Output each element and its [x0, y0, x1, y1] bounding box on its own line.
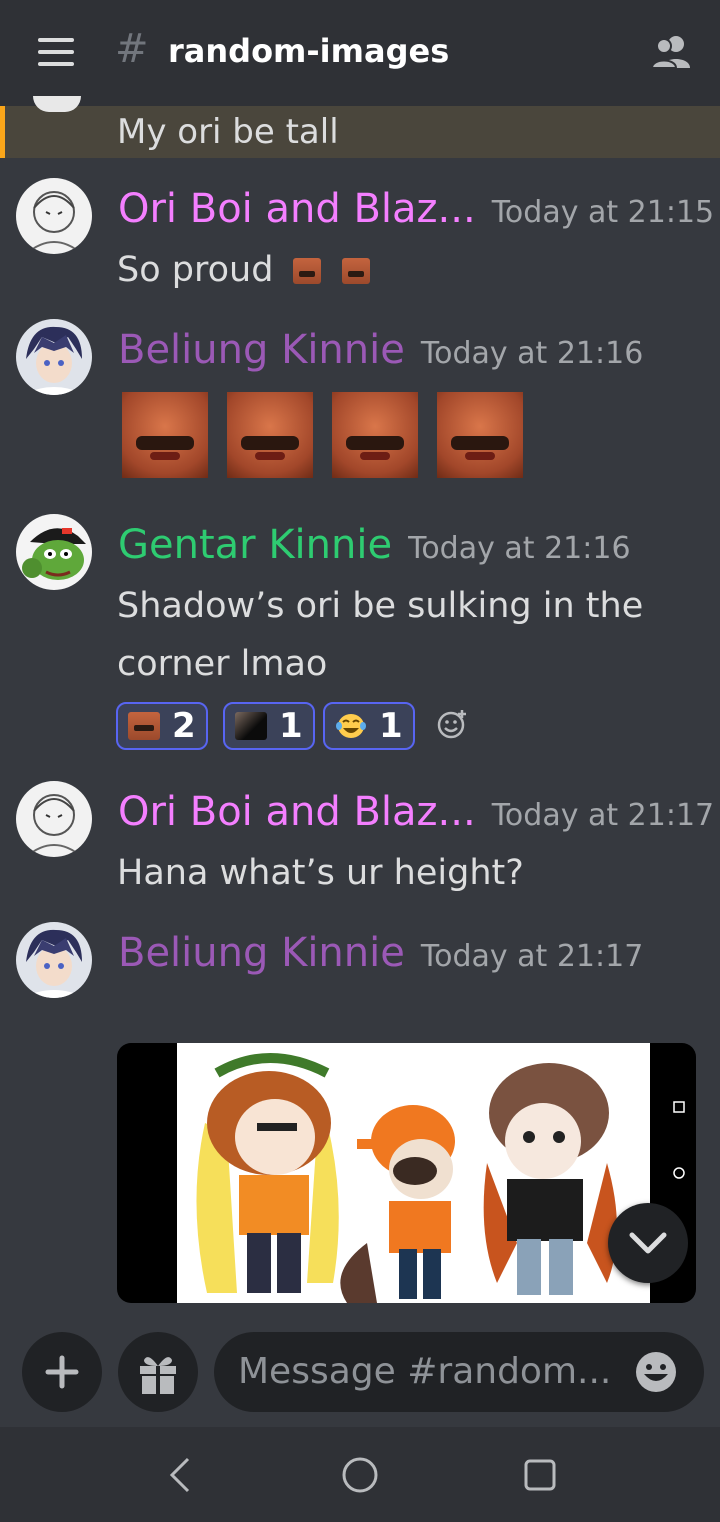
laughing-man-emoji-icon	[122, 392, 208, 478]
dark-figure-emoji-icon	[235, 712, 267, 740]
avatar-ori-boi[interactable]	[16, 781, 92, 857]
message-timestamp: Today at 21:15	[491, 195, 715, 230]
message-author[interactable]: Ori Boi and Blaz... Today at 21:17	[118, 789, 714, 835]
message-timestamp: Today at 21:16	[408, 531, 631, 566]
laughing-man-emoji-icon	[128, 712, 160, 740]
square-decoration-icon	[673, 1101, 685, 1113]
reaction-laughing-man[interactable]: 2	[116, 702, 208, 750]
message-timestamp: Today at 21:17	[491, 798, 715, 833]
scroll-to-bottom-button[interactable]	[608, 1203, 688, 1283]
home-icon[interactable]	[340, 1455, 380, 1495]
avatar-beliung[interactable]	[16, 319, 92, 395]
laughing-man-emoji-icon	[227, 392, 313, 478]
emoji-icon[interactable]	[634, 1350, 678, 1394]
circle-decoration-icon	[673, 1167, 685, 1179]
avatar-gentar[interactable]	[16, 514, 92, 590]
recents-icon[interactable]	[522, 1457, 558, 1493]
message-timestamp: Today at 21:17	[420, 939, 644, 974]
reaction-count: 2	[172, 706, 196, 746]
message-author[interactable]: Ori Boi and Blaz... Today at 21:15	[118, 186, 714, 232]
gift-button[interactable]	[118, 1332, 198, 1412]
message-text-line-1: Shadow’s ori be sulking in the	[117, 586, 644, 626]
reaction-count: 1	[379, 706, 403, 746]
message-author[interactable]: Gentar Kinnie Today at 21:16	[118, 522, 631, 568]
members-icon[interactable]	[650, 34, 694, 70]
channel-header: # random-images	[0, 0, 720, 106]
message-composer: Message #random...	[0, 1320, 720, 1426]
channel-hash-icon: #	[115, 26, 149, 72]
attachment-image	[177, 1043, 650, 1303]
system-navigation-bar	[0, 1427, 720, 1522]
chevron-down-icon	[629, 1232, 667, 1254]
author-name[interactable]: Beliung Kinnie	[118, 930, 405, 976]
laughing-man-emoji-icon	[341, 258, 370, 284]
message-author[interactable]: Beliung Kinnie Today at 21:17	[118, 930, 643, 976]
laughing-man-emoji-icon	[437, 392, 523, 478]
hamburger-menu-icon[interactable]	[38, 38, 74, 66]
reaction-crying-laughing[interactable]: 1	[323, 702, 415, 750]
author-name[interactable]: Ori Boi and Blaz...	[118, 186, 476, 232]
back-icon[interactable]	[164, 1455, 196, 1495]
message-text: Hana what’s ur height?	[117, 853, 524, 893]
avatar-ori-boi[interactable]	[16, 178, 92, 254]
author-name[interactable]: Gentar Kinnie	[118, 522, 392, 568]
message-input-placeholder: Message #random...	[238, 1351, 612, 1392]
message-timestamp: Today at 21:16	[420, 336, 644, 371]
message-text: So proud	[117, 250, 274, 290]
message-input[interactable]: Message #random...	[214, 1332, 704, 1412]
message-body: So proud	[117, 250, 370, 290]
message-text: My ori be tall	[117, 112, 339, 152]
laughing-man-emoji-icon	[332, 392, 418, 478]
reaction-count: 1	[279, 706, 303, 746]
add-attachment-button[interactable]	[22, 1332, 102, 1412]
highlighted-message[interactable]: My ori be tall	[0, 96, 720, 158]
avatar-beliung[interactable]	[16, 922, 92, 998]
gift-icon	[140, 1357, 176, 1394]
author-name[interactable]: Ori Boi and Blaz...	[118, 789, 476, 835]
avatar	[33, 96, 81, 112]
add-reaction-icon[interactable]	[436, 708, 468, 740]
plus-icon	[45, 1355, 79, 1389]
crying-laughing-emoji-icon	[336, 714, 366, 738]
message-author[interactable]: Beliung Kinnie Today at 21:16	[118, 327, 643, 373]
laughing-man-emoji-icon	[292, 258, 321, 284]
author-name[interactable]: Beliung Kinnie	[118, 327, 405, 373]
message-text-line-2: corner lmao	[117, 644, 328, 684]
channel-name: random-images	[168, 32, 450, 70]
reaction-dark-figure[interactable]: 1	[223, 702, 315, 750]
